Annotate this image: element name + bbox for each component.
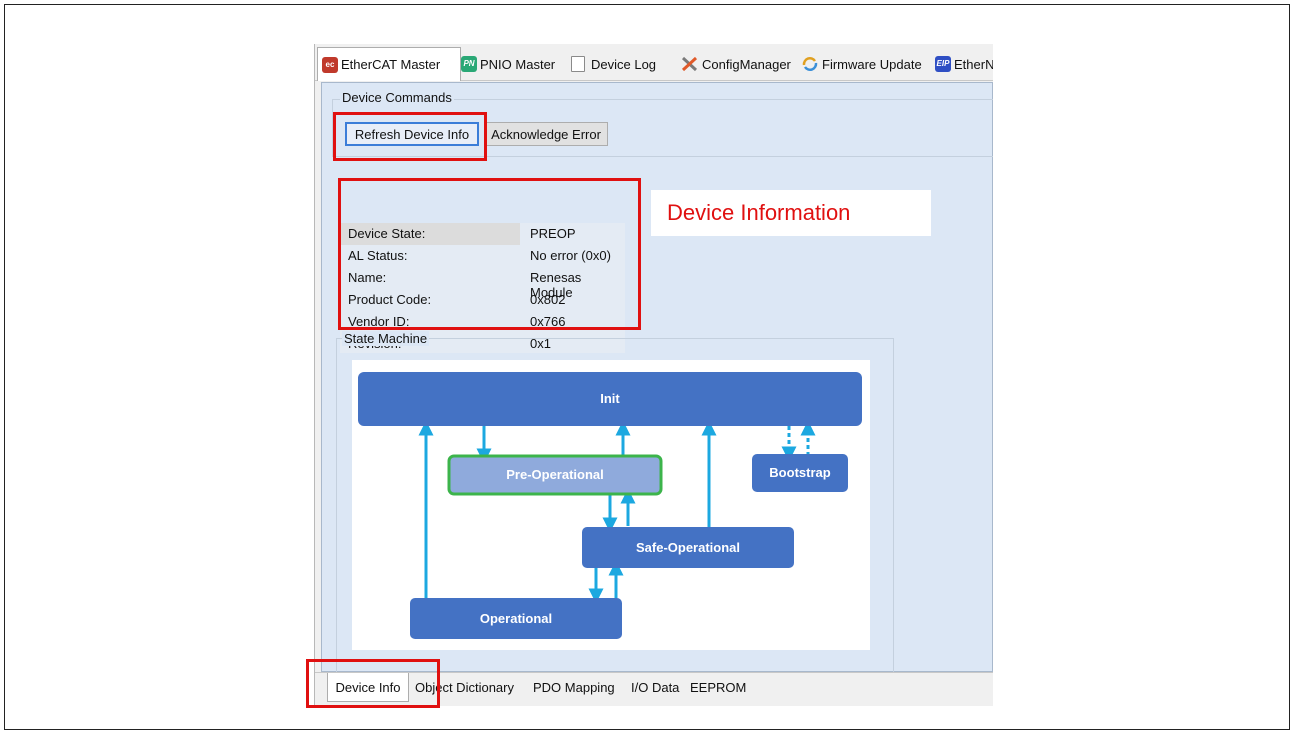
acknowledge-error-button[interactable]: Acknowledge Error (484, 122, 608, 146)
tab-configmanager[interactable]: ConfigManager (681, 49, 791, 79)
tab-label: I/O Data (631, 679, 680, 695)
device-commands-label: Device Commands (340, 90, 454, 105)
tab-label: Firmware Update (822, 56, 922, 72)
callout-text: Device Information (667, 200, 851, 225)
state-machine-diagram: Init Pre-Operational Bootstrap Safe-Oper… (352, 360, 870, 650)
device-information-callout: Device Information (651, 190, 931, 236)
state-safeop-label: Safe-Operational (636, 540, 740, 555)
tab-label: PDO Mapping (533, 679, 615, 695)
tab-label: EEPROM (690, 679, 747, 695)
state-bootstrap-label: Bootstrap (769, 465, 830, 480)
device-info-panel: Device Commands Refresh Device Info Ackn… (321, 82, 993, 700)
state-init-label: Init (600, 391, 620, 406)
highlight-refresh-button (333, 112, 487, 161)
tab-eeprom[interactable]: EEPROM (690, 675, 746, 699)
tab-firmware-update[interactable]: Firmware Update (801, 49, 922, 79)
update-icon (801, 56, 819, 72)
clipboard-icon (571, 56, 585, 72)
tab-device-log[interactable]: Device Log (571, 49, 656, 79)
tab-io-data[interactable]: I/O Data (631, 675, 679, 699)
state-op-label: Operational (480, 611, 552, 626)
pn-icon: PN (461, 56, 477, 72)
tab-label: Device Log (591, 56, 657, 72)
state-preop-label: Pre-Operational (506, 467, 604, 482)
state-machine-label: State Machine (342, 331, 430, 346)
highlight-device-info-tab (306, 659, 440, 708)
eip-icon: EIP (935, 56, 951, 72)
ack-button-label: Acknowledge Error (491, 126, 601, 142)
tab-label: PNIO Master (480, 56, 556, 72)
top-tab-strip: ec EtherCAT Master PN PNIO Master Device… (315, 44, 993, 81)
tab-pdo-mapping[interactable]: PDO Mapping (533, 675, 615, 699)
highlight-device-info (338, 178, 641, 330)
tab-label: EtherN (954, 56, 993, 72)
ethercat-icon: ec (322, 56, 338, 73)
tab-ethercat-master[interactable]: ec EtherCAT Master (317, 47, 461, 81)
tab-pnio-master[interactable]: PN PNIO Master (461, 49, 555, 79)
tab-label: EtherCAT Master (341, 57, 441, 72)
tab-label: ConfigManager (702, 56, 791, 72)
tools-icon (681, 56, 699, 72)
tab-ethernet-ip[interactable]: EIP EtherN (935, 49, 993, 79)
state-machine-svg: Init Pre-Operational Bootstrap Safe-Oper… (358, 372, 862, 639)
